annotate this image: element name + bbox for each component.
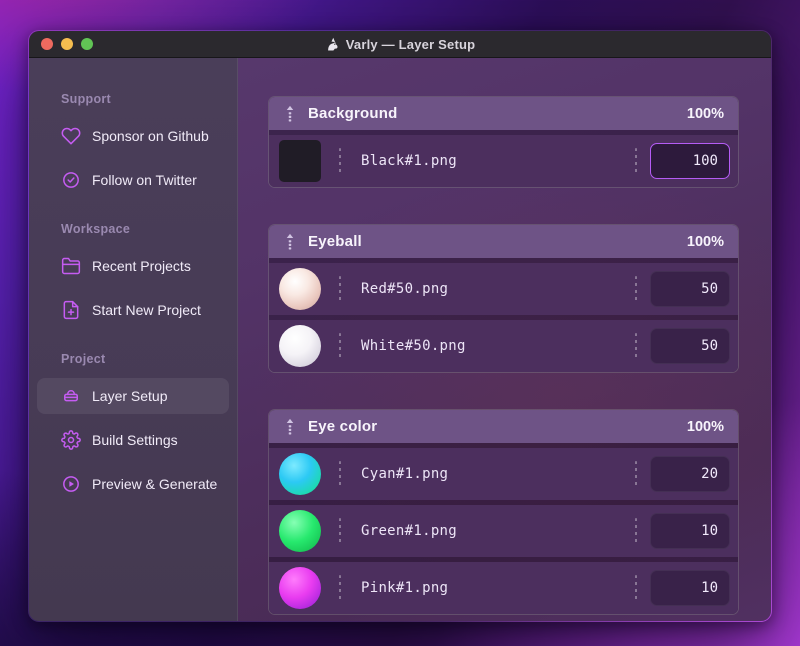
sidebar-section-project: Project Layer Setup Build Settings Previ… — [37, 352, 229, 502]
sidebar-item-follow-on-twitter[interactable]: Follow on Twitter — [37, 162, 229, 198]
dotted-divider — [339, 575, 341, 601]
group-header: Background 100% — [269, 97, 738, 130]
dotted-divider — [339, 333, 341, 359]
layer-thumbnail-white — [279, 325, 321, 367]
layer-filename: White#50.png — [361, 338, 466, 354]
sidebar-section-workspace: Workspace Recent Projects Start New Proj… — [37, 222, 229, 328]
window-title-text: Varly — Layer Setup — [345, 36, 476, 52]
layer-weight-input[interactable] — [650, 328, 730, 364]
layer-setup-panel: Background 100% Black#1.png Eyeba — [238, 58, 771, 621]
dotted-divider — [339, 518, 341, 544]
sidebar-item-label: Recent Projects — [92, 258, 191, 274]
group-title: Eye color — [308, 418, 378, 435]
layer-thumbnail-green — [279, 510, 321, 552]
dotted-divider — [635, 461, 637, 487]
layer-thumbnail-red — [279, 268, 321, 310]
dotted-divider — [339, 148, 341, 174]
sidebar-item-label: Build Settings — [92, 432, 178, 448]
dotted-divider — [635, 575, 637, 601]
titlebar[interactable]: Varly — Layer Setup — [29, 31, 771, 58]
layer-weight-input[interactable] — [650, 143, 730, 179]
window-title: Varly — Layer Setup — [325, 37, 476, 52]
close-button[interactable] — [41, 38, 53, 50]
layer-filename: Cyan#1.png — [361, 466, 449, 482]
group-opacity: 100% — [686, 233, 724, 250]
group-title: Background — [308, 105, 398, 122]
layer-weight-input[interactable] — [650, 570, 730, 606]
sidebar: Support Sponsor on Github Follow on Twit… — [29, 58, 238, 621]
layer-filename: Green#1.png — [361, 523, 458, 539]
minimize-button[interactable] — [61, 38, 73, 50]
sidebar-item-label: Follow on Twitter — [92, 172, 197, 188]
group-title: Eyeball — [308, 233, 362, 250]
play-circle-icon — [61, 474, 81, 494]
dotted-divider — [339, 461, 341, 487]
group-header: Eye color 100% — [269, 410, 738, 443]
sidebar-item-label: Sponsor on Github — [92, 128, 209, 144]
layer-filename: Red#50.png — [361, 281, 449, 297]
dotted-divider — [635, 518, 637, 544]
gear-icon — [61, 430, 81, 450]
dotted-divider — [635, 276, 637, 302]
dotted-divider — [635, 333, 637, 359]
layer-row: Cyan#1.png — [269, 448, 738, 500]
drag-handle-icon[interactable] — [285, 105, 295, 123]
dotted-divider — [635, 148, 637, 174]
sidebar-item-label: Layer Setup — [92, 388, 168, 404]
group-opacity: 100% — [686, 418, 724, 435]
layer-filename: Pink#1.png — [361, 580, 449, 596]
zoom-button[interactable] — [81, 38, 93, 50]
layer-row: Red#50.png — [269, 263, 738, 315]
folder-icon — [61, 256, 81, 276]
layer-row: Black#1.png — [269, 135, 738, 187]
file-plus-icon — [61, 300, 81, 320]
sidebar-item-label: Start New Project — [92, 302, 201, 318]
app-window: Varly — Layer Setup Support Sponsor on G… — [28, 30, 772, 622]
group-opacity: 100% — [686, 105, 724, 122]
verified-check-icon — [61, 170, 81, 190]
section-label-workspace: Workspace — [61, 222, 131, 236]
layer-thumbnail-cyan — [279, 453, 321, 495]
drag-handle-icon[interactable] — [285, 233, 295, 251]
layer-row: Pink#1.png — [269, 562, 738, 614]
unicorn-icon — [327, 37, 338, 50]
layer-row: Green#1.png — [269, 505, 738, 557]
layer-group-eye-color: Eye color 100% Cyan#1.png Green#1.png — [268, 409, 739, 615]
dotted-divider — [339, 276, 341, 302]
layer-filename: Black#1.png — [361, 153, 458, 169]
layer-weight-input[interactable] — [650, 271, 730, 307]
layer-thumbnail-pink — [279, 567, 321, 609]
sidebar-item-start-new-project[interactable]: Start New Project — [37, 292, 229, 328]
sidebar-item-build-settings[interactable]: Build Settings — [37, 422, 229, 458]
traffic-lights — [41, 31, 93, 57]
layer-weight-input[interactable] — [650, 513, 730, 549]
layer-group-eyeball: Eyeball 100% Red#50.png White#50.png — [268, 224, 739, 373]
layer-row: White#50.png — [269, 320, 738, 372]
group-header: Eyeball 100% — [269, 225, 738, 258]
sidebar-item-label: Preview & Generate — [92, 476, 218, 492]
sidebar-item-recent-projects[interactable]: Recent Projects — [37, 248, 229, 284]
heart-icon — [61, 126, 81, 146]
section-label-support: Support — [61, 92, 112, 106]
sidebar-item-preview-generate[interactable]: Preview & Generate — [37, 466, 229, 502]
sidebar-item-layer-setup[interactable]: Layer Setup — [37, 378, 229, 414]
drag-handle-icon[interactable] — [285, 418, 295, 436]
layer-basket-icon — [61, 386, 81, 406]
layer-weight-input[interactable] — [650, 456, 730, 492]
section-label-project: Project — [61, 352, 106, 366]
layer-group-background: Background 100% Black#1.png — [268, 96, 739, 188]
sidebar-section-support: Support Sponsor on Github Follow on Twit… — [37, 92, 229, 198]
layer-thumbnail-black — [279, 140, 321, 182]
sidebar-item-sponsor-on-github[interactable]: Sponsor on Github — [37, 118, 229, 154]
